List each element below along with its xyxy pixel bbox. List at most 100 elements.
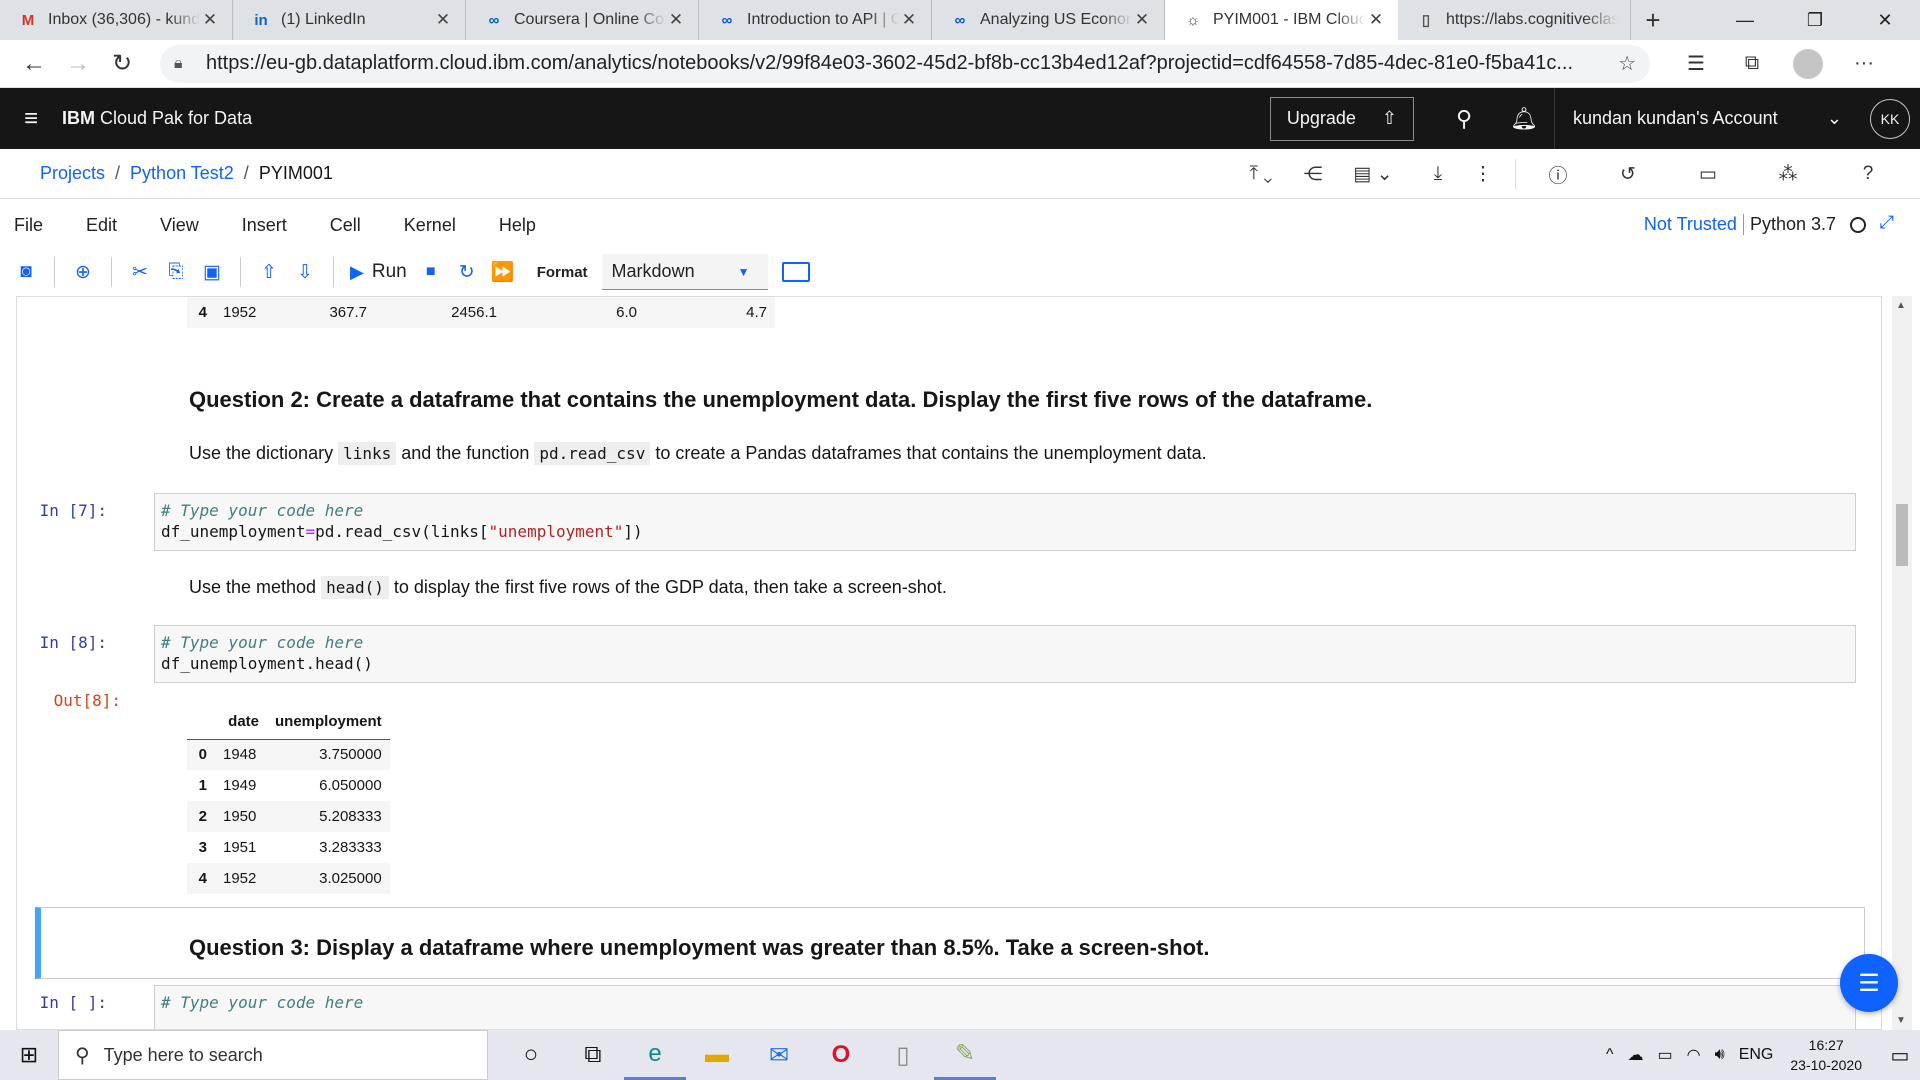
notification-center-icon[interactable]: ▭ bbox=[1880, 1043, 1920, 1068]
cortana-icon[interactable]: ○ bbox=[500, 1030, 562, 1080]
mail-icon[interactable]: ✉ bbox=[748, 1030, 810, 1080]
browser-tab[interactable]: in (1) LinkedIn ✕ bbox=[233, 0, 466, 40]
refresh-button[interactable]: ↻ bbox=[100, 44, 144, 84]
page-icon: ▯ bbox=[1421, 12, 1431, 29]
forward-button[interactable]: → bbox=[56, 44, 100, 84]
chat-support-button[interactable]: ☰ bbox=[1840, 954, 1898, 1012]
help-icon[interactable]: ? bbox=[1828, 149, 1908, 199]
breadcrumb-projects[interactable]: Projects bbox=[40, 163, 105, 184]
new-tab-button[interactable]: + bbox=[1631, 0, 1675, 40]
code-cell-8[interactable]: # Type your code here df_unemployment.he… bbox=[154, 625, 1856, 683]
paste-icon[interactable]: ▣ bbox=[194, 254, 230, 290]
language-indicator[interactable]: ENG bbox=[1739, 1046, 1774, 1064]
menu-cell[interactable]: Cell bbox=[316, 215, 375, 236]
url-field[interactable]: 🔒︎ https://eu-gb.dataplatform.cloud.ibm.… bbox=[160, 44, 1650, 83]
keyboard-icon[interactable] bbox=[781, 262, 810, 282]
restore-button[interactable]: ❐ bbox=[1780, 0, 1850, 40]
close-tab-icon[interactable]: ✕ bbox=[1366, 10, 1386, 30]
scroll-up-arrow-icon[interactable]: ▲ bbox=[1896, 300, 1906, 311]
publish-icon[interactable]: ⤒ ⌄ bbox=[1229, 149, 1293, 199]
menu-kernel[interactable]: Kernel bbox=[390, 215, 470, 236]
browser-tab[interactable]: ∞ Coursera | Online Courses✕ bbox=[466, 0, 699, 40]
expand-icon[interactable]: ⤢ bbox=[1880, 212, 1894, 233]
share-icon[interactable]: ⋲ bbox=[1293, 149, 1333, 199]
close-tab-icon[interactable]: ✕ bbox=[433, 10, 453, 30]
paint-icon[interactable]: ✎ bbox=[934, 1030, 996, 1080]
version-history-icon[interactable]: ↺ bbox=[1588, 149, 1668, 199]
close-tab-icon[interactable]: ✕ bbox=[899, 10, 919, 30]
run-button[interactable]: ▶ Run bbox=[344, 261, 413, 283]
code-snippets-icon[interactable]: ⁂ bbox=[1748, 149, 1828, 199]
menu-insert[interactable]: Insert bbox=[228, 215, 301, 236]
user-avatar[interactable]: KK bbox=[1870, 98, 1910, 139]
move-up-icon[interactable]: ⇧ bbox=[251, 254, 287, 290]
fast-forward-icon[interactable]: ⏩ bbox=[485, 254, 521, 290]
back-button[interactable]: ← bbox=[12, 44, 56, 84]
close-tab-icon[interactable]: ✕ bbox=[200, 10, 220, 30]
browser-tab[interactable]: ∞ Introduction to API | Coursera✕ bbox=[699, 0, 932, 40]
signpost-icon[interactable]: ⚲ bbox=[1434, 106, 1494, 132]
browser-tab[interactable]: M Inbox (36,306) - kundan✕ bbox=[0, 0, 233, 40]
notebook-scrollbar[interactable]: ▲ ▼ bbox=[1892, 296, 1912, 1030]
collections-icon[interactable]: ⧉ bbox=[1724, 52, 1780, 75]
notepad-icon[interactable]: ▯ bbox=[872, 1030, 934, 1080]
not-trusted-link[interactable]: Not Trusted bbox=[1644, 214, 1744, 235]
more-options-icon[interactable]: ··· bbox=[1836, 52, 1892, 75]
chevron-up-icon[interactable]: ^ bbox=[1606, 1046, 1614, 1064]
edge-browser-icon[interactable]: e bbox=[624, 1030, 686, 1080]
scroll-down-arrow-icon[interactable]: ▼ bbox=[1896, 1015, 1906, 1026]
hamburger-menu-icon[interactable]: ≡ bbox=[0, 105, 62, 133]
unemployment-dataframe: date unemployment 0 1948 3.750000 1 1949 6.05… bbox=[187, 705, 390, 894]
cell-format-select[interactable]: Markdown ▼ bbox=[601, 254, 768, 290]
taskbar-search[interactable]: ⚲ Type here to search bbox=[58, 1030, 488, 1080]
product-name[interactable]: IBM Cloud Pak for Data bbox=[62, 108, 252, 129]
wifi-icon[interactable]: ◠ bbox=[1687, 1045, 1701, 1065]
download-icon[interactable]: ⤓ bbox=[1413, 149, 1463, 199]
close-tab-icon[interactable]: ✕ bbox=[1132, 10, 1152, 30]
schedule-icon[interactable]: ▤ ⌄ bbox=[1333, 149, 1413, 199]
browser-tab[interactable]: ∞ Analyzing US Economic Data✕ bbox=[932, 0, 1165, 40]
browser-tab[interactable]: ☼ PYIM001 - IBM Cloud Pak✕ bbox=[1165, 0, 1398, 40]
menu-view[interactable]: View bbox=[146, 215, 213, 236]
windows-start-icon[interactable]: ⊞ bbox=[0, 1042, 58, 1068]
comments-icon[interactable]: ▭ bbox=[1668, 149, 1748, 199]
clock[interactable]: 16:27 23-10-2020 bbox=[1790, 1035, 1862, 1075]
favorites-list-icon[interactable]: ☰ bbox=[1668, 51, 1724, 76]
cut-icon[interactable]: ✂ bbox=[122, 254, 158, 290]
stop-icon[interactable]: ⏹ bbox=[413, 254, 449, 290]
favorite-star-icon[interactable]: ☆ bbox=[1618, 51, 1636, 76]
copy-icon[interactable]: ⎘ bbox=[158, 254, 194, 290]
overflow-menu-icon[interactable]: ⋮ bbox=[1463, 149, 1503, 199]
breadcrumb-project[interactable]: Python Test2 bbox=[130, 163, 234, 184]
upgrade-button[interactable]: Upgrade ⇧ bbox=[1269, 96, 1414, 141]
profile-avatar[interactable] bbox=[1793, 48, 1823, 79]
browser-tab[interactable]: ▯ https://labs.cognitiveclass.ai bbox=[1398, 0, 1631, 40]
code-cell-empty[interactable]: # Type your code here bbox=[154, 985, 1856, 1029]
close-tab-icon[interactable]: ✕ bbox=[666, 10, 686, 30]
task-view-icon[interactable]: ⧉ bbox=[562, 1030, 624, 1080]
code-cell-7[interactable]: # Type your code here df_unemployment=pd… bbox=[154, 493, 1856, 551]
restart-icon[interactable]: ↻ bbox=[449, 254, 485, 290]
breadcrumb-row: Projects / Python Test2 / PYIM001 ⤒ ⌄ ⋲ … bbox=[0, 149, 1920, 199]
onedrive-icon[interactable]: ☁ bbox=[1628, 1045, 1644, 1065]
menu-edit[interactable]: Edit bbox=[72, 215, 131, 236]
file-explorer-icon[interactable]: ▬ bbox=[686, 1030, 748, 1080]
insert-cell-icon[interactable]: ⊕ bbox=[65, 254, 101, 290]
info-icon[interactable]: ⓘ bbox=[1528, 149, 1588, 199]
opera-icon[interactable]: O bbox=[810, 1030, 872, 1080]
close-window-button[interactable]: ✕ bbox=[1850, 0, 1920, 40]
notification-bell-icon[interactable]: 🔔︎ bbox=[1494, 106, 1554, 132]
url-text: https://eu-gb.dataplatform.cloud.ibm.com… bbox=[206, 52, 1574, 74]
minimize-button[interactable]: — bbox=[1710, 0, 1780, 40]
battery-icon[interactable]: ▭ bbox=[1658, 1045, 1673, 1065]
cell-date: 1948 bbox=[215, 739, 267, 770]
account-switcher[interactable]: kundan kundan's Account ⌄ bbox=[1554, 88, 1860, 149]
save-icon[interactable]: ◙ bbox=[8, 254, 44, 290]
menu-help[interactable]: Help bbox=[485, 215, 550, 236]
menu-file[interactable]: File bbox=[0, 215, 57, 236]
scrollbar-thumb[interactable] bbox=[1896, 504, 1908, 566]
move-down-icon[interactable]: ⇩ bbox=[287, 254, 323, 290]
notebook-content[interactable]: 4 1952 367.7 2456.1 6.0 4.7 Question 2: … bbox=[16, 296, 1882, 1030]
kernel-name[interactable]: Python 3.7 bbox=[1744, 214, 1836, 235]
volume-icon[interactable]: 🔊︎ bbox=[1715, 1046, 1725, 1064]
